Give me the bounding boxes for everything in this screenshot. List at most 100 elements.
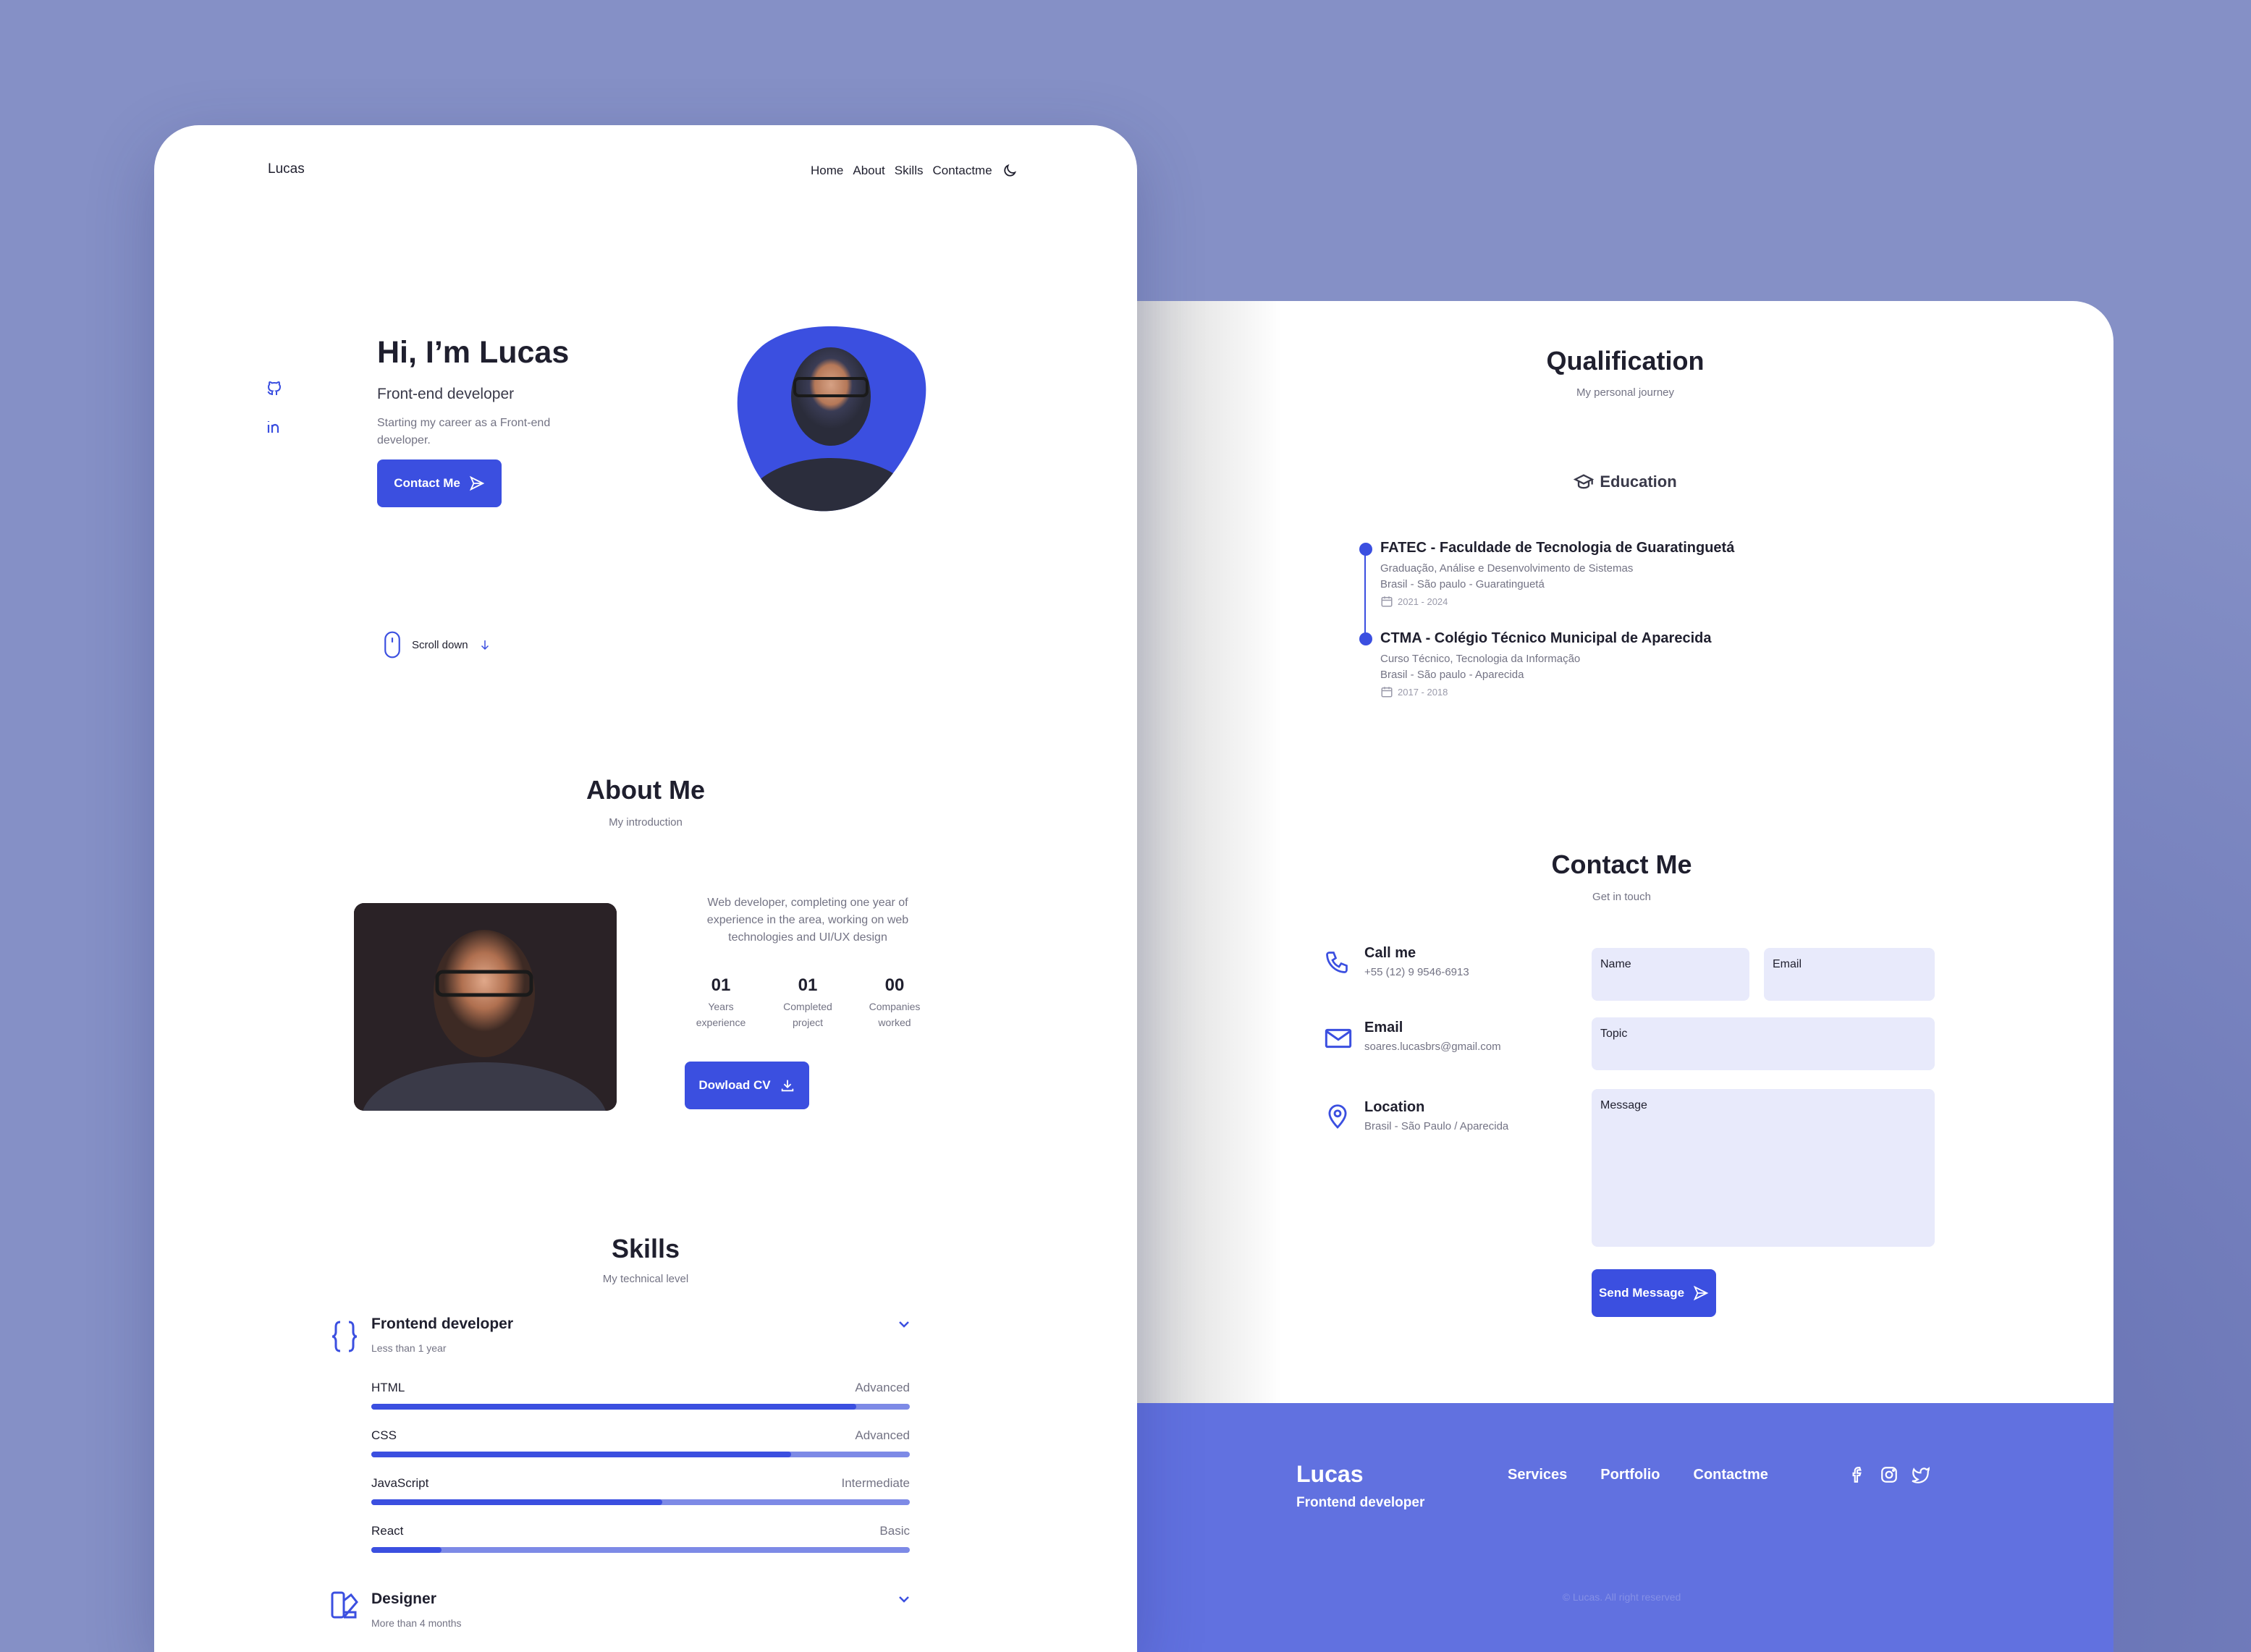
stat-number: 01 [798, 975, 818, 995]
stat-label: Completed [783, 1001, 832, 1012]
nav-home[interactable]: Home [811, 164, 843, 178]
name-field[interactable]: Name [1592, 948, 1749, 1001]
skill-javascript: JavaScript Intermediate [371, 1476, 911, 1505]
skill-level: Advanced [855, 1428, 910, 1442]
about-title: About Me [586, 775, 705, 805]
skill-group-subtitle: More than 4 months [371, 1617, 462, 1629]
education-item: CTMA - Colégio Técnico Municipal de Apar… [1380, 630, 1711, 698]
contact-location[interactable]: Location Brasil - São Paulo / Aparecida [1364, 1099, 1508, 1132]
contact-label: Call me [1364, 945, 1416, 961]
download-cv-label: Dowload CV [698, 1078, 771, 1092]
education-dates: 2017 - 2018 [1380, 685, 1711, 698]
mail-icon [1324, 1024, 1353, 1056]
education-dates: 2021 - 2024 [1380, 595, 1734, 608]
education-dates-text: 2021 - 2024 [1398, 596, 1448, 607]
download-icon [781, 1080, 793, 1092]
footer-copyright: © Lucas. All right reserved [1562, 1591, 1681, 1603]
logo[interactable]: Lucas [268, 161, 305, 177]
contact-value: soares.lucasbrs@gmail.com [1364, 1041, 1501, 1053]
education-course: Curso Técnico, Tecnologia da Informação [1380, 653, 1581, 665]
skills-title: Skills [611, 1234, 680, 1263]
profile-photo-blob [733, 324, 929, 516]
about-stats: 01 Years experience 01 Completed project… [685, 975, 931, 1030]
contact-me-label: Contact Me [394, 476, 460, 490]
arrow-down-icon [481, 640, 489, 651]
stat-companies: 00 Companies worked [858, 975, 931, 1030]
contact-call[interactable]: Call me +55 (12) 9 9546-6913 [1364, 945, 1469, 978]
skill-level: Intermediate [841, 1476, 911, 1490]
chevron-down-icon[interactable] [895, 1590, 913, 1611]
phone-icon [1324, 949, 1350, 979]
skill-bar [371, 1404, 910, 1410]
education-place: Brasil - São paulo - Guaratinguetá [1380, 578, 1545, 590]
about-description: Web developer, completing one year of ex… [706, 897, 909, 944]
contact-value: +55 (12) 9 9546-6913 [1364, 966, 1469, 978]
education-item: FATEC - Faculdade de Tecnologia de Guara… [1380, 540, 1734, 608]
education-title: CTMA - Colégio Técnico Municipal de Apar… [1380, 630, 1712, 646]
skill-name: React [371, 1524, 404, 1538]
skill-bar-fill [371, 1404, 856, 1410]
footer: Lucas Frontend developer Services Portfo… [1137, 1403, 2113, 1652]
skill-group-title[interactable]: Frontend developer [371, 1316, 513, 1333]
hero-description: Starting my career as a Front-end develo… [377, 417, 551, 446]
education-place: Brasil - São paulo - Aparecida [1380, 669, 1524, 681]
stat-label: Years [708, 1001, 734, 1012]
footer-link-contactme[interactable]: Contactme [1694, 1467, 1768, 1483]
stat-number: 01 [711, 975, 731, 995]
scroll-down-link[interactable]: Scroll down [383, 630, 491, 659]
contact-label: Email [1364, 1020, 1403, 1035]
message-textarea[interactable]: Message [1592, 1089, 1935, 1247]
hero-title: Hi, I’m Lucas [377, 335, 570, 370]
skills-subtitle: My technical level [602, 1273, 689, 1285]
stat-number: 00 [884, 975, 905, 995]
contact-me-button[interactable]: Contact Me [377, 459, 502, 507]
topic-field[interactable]: Topic [1592, 1017, 1935, 1070]
send-message-button[interactable]: Send Message [1592, 1269, 1716, 1317]
skill-bar-fill [371, 1452, 792, 1457]
github-icon[interactable] [266, 380, 283, 401]
skill-group-title[interactable]: Designer [371, 1590, 436, 1608]
about-subtitle: My introduction [609, 816, 683, 829]
stat-label: Companies [869, 1001, 921, 1012]
twitter-icon[interactable] [1912, 1465, 1930, 1488]
nav-contactme[interactable]: Contactme [932, 164, 992, 178]
footer-logo[interactable]: Lucas [1296, 1461, 1363, 1488]
chevron-down-icon[interactable] [895, 1316, 913, 1337]
qualification-title: Qualification [1546, 346, 1705, 376]
nav-skills[interactable]: Skills [895, 164, 924, 178]
education-title: FATEC - Faculdade de Tecnologia de Guara… [1380, 540, 1735, 556]
skill-group-subtitle: Less than 1 year [371, 1342, 447, 1354]
linkedin-icon[interactable] [266, 418, 283, 439]
contact-title: Contact Me [1551, 850, 1692, 879]
skill-bar [371, 1547, 910, 1553]
skill-bar-fill [371, 1547, 442, 1553]
footer-link-services[interactable]: Services [1508, 1467, 1567, 1483]
contact-value: Brasil - São Paulo / Aparecida [1364, 1120, 1509, 1132]
contact-email[interactable]: Email soares.lucasbrs@gmail.com [1364, 1020, 1501, 1053]
email-field[interactable]: Email [1764, 948, 1935, 1001]
stat-label: experience [696, 1017, 746, 1028]
timeline-line [1364, 549, 1366, 637]
instagram-icon[interactable] [1880, 1465, 1899, 1488]
download-cv-button[interactable]: Dowload CV [685, 1062, 809, 1109]
stat-years: 01 Years experience [685, 975, 757, 1030]
contact-subtitle: Get in touch [1592, 891, 1651, 903]
skill-name: CSS [371, 1428, 397, 1442]
about-photo [354, 903, 617, 1111]
skill-level: Advanced [855, 1381, 910, 1394]
footer-link-portfolio[interactable]: Portfolio [1600, 1467, 1660, 1483]
skill-name: HTML [371, 1381, 405, 1394]
stat-label: worked [878, 1017, 911, 1028]
footer-links: Services Portfolio Contactme [1508, 1467, 1768, 1483]
send-icon [469, 475, 485, 491]
send-message-label: Send Message [1598, 1286, 1685, 1300]
nav-about[interactable]: About [853, 164, 884, 178]
skill-bar [371, 1499, 910, 1505]
tab-education[interactable]: Education [1137, 472, 2113, 492]
moon-icon[interactable] [1002, 163, 1018, 179]
facebook-icon[interactable] [1848, 1465, 1867, 1488]
code-braces-icon [330, 1319, 359, 1357]
skill-bar-fill [371, 1499, 662, 1505]
skill-html: HTML Advanced [371, 1381, 910, 1410]
graduation-cap-icon [1574, 474, 1595, 489]
